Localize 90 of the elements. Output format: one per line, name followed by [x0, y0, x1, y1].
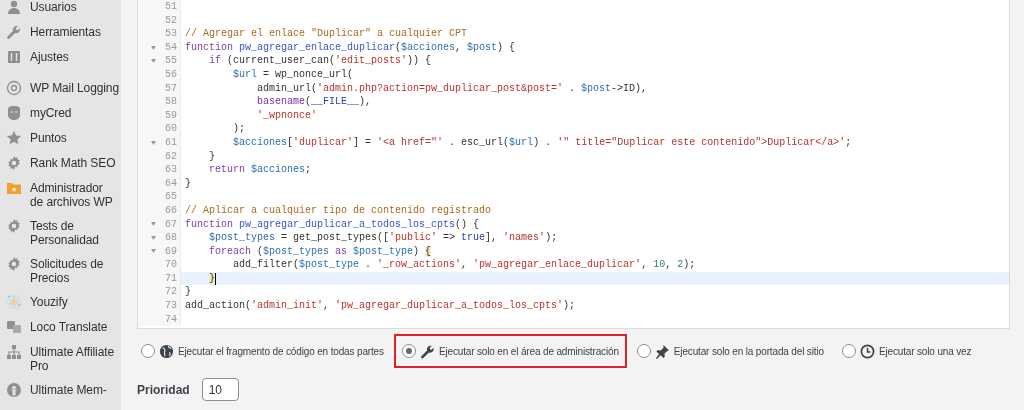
menu-item[interactable]: Administrador de archivos WP	[0, 176, 121, 214]
menu-item[interactable]: Tests de Personalidad	[0, 214, 121, 252]
face-icon	[6, 105, 22, 121]
menu-item[interactable]: Ajustes	[0, 45, 121, 70]
radio-button[interactable]	[841, 344, 856, 358]
code-line: function pw_agregar_duplicar_a_todos_los_cpts() {	[184, 217, 480, 232]
gear-icon	[6, 155, 22, 171]
wrench-icon	[419, 343, 435, 359]
fold-icon[interactable]	[151, 249, 156, 254]
menu-item[interactable]: Usuarios	[0, 0, 121, 20]
code-line: function pw_agregar_enlace_duplicar($acciones, $post) {	[184, 40, 516, 55]
priority-field[interactable]: 10	[201, 378, 239, 401]
menu-item[interactable]: myCred	[0, 101, 121, 126]
radio-label[interactable]: Ejecutar solo una vez	[878, 345, 972, 357]
line-number: 54	[165, 40, 177, 55]
radio-button[interactable]	[141, 344, 155, 358]
code-line: basename(__FILE__),	[256, 95, 372, 109]
clock-icon	[859, 343, 875, 359]
sitemap-icon	[6, 344, 22, 360]
code-line: '_wpnonce'	[256, 108, 318, 123]
gear-icon	[6, 256, 22, 272]
radio-label[interactable]: Ejecutar solo en la portada del sitio	[673, 345, 824, 357]
code-line: foreach ($post_types as $post_type) {	[208, 244, 432, 259]
text-cursor	[215, 272, 217, 285]
line-number: 67	[165, 217, 177, 232]
line-number: 60	[165, 122, 177, 136]
line-number: 72	[165, 285, 177, 300]
code-line: admin_url('admin.php?action=pw_duplicar_post&post=' . $post->ID),	[256, 81, 648, 96]
fold-icon[interactable]	[151, 45, 156, 50]
line-number: 57	[165, 81, 177, 96]
atom-icon	[6, 294, 22, 310]
user-icon	[6, 0, 22, 15]
line-number: 64	[165, 176, 177, 191]
code-editor[interactable]	[137, 0, 1010, 329]
globe-icon	[159, 343, 174, 359]
line-number: 63	[165, 163, 177, 177]
line-number: 62	[165, 149, 177, 164]
code-line: // Aplicar a cualquier tipo de contenido registrado	[184, 203, 492, 218]
fold-icon[interactable]	[151, 59, 156, 64]
code-line: $url = wp_nonce_url(	[232, 67, 354, 82]
fold-icon[interactable]	[151, 222, 156, 227]
code-line: }	[184, 176, 191, 191]
line-number: 51	[165, 0, 177, 14]
code-line: // Agregar el enlace "Duplicar" a cualquier CPT	[184, 27, 468, 41]
line-number: 56	[165, 67, 177, 82]
line-number: 69	[165, 244, 177, 259]
code-line: $acciones['duplicar'] = '<a href="' . esc_url($url) . '" title="Duplicar este contenido">Duplicar</a>';	[232, 135, 852, 150]
line-number: 55	[165, 54, 177, 68]
line-number: 68	[165, 231, 177, 245]
line-number: 61	[165, 135, 177, 150]
menu-item[interactable]: WP Mail Logging	[0, 76, 121, 101]
wrench-icon	[6, 24, 22, 40]
star-icon	[6, 130, 22, 146]
fold-icon[interactable]	[151, 235, 156, 240]
radio-label[interactable]: Ejecutar el fragmento de código en todas partes	[178, 345, 384, 357]
menu-item[interactable]: Puntos	[0, 126, 121, 151]
line-number: 70	[165, 258, 177, 272]
line-number: 71	[165, 271, 177, 286]
line-number: 58	[165, 95, 177, 109]
line-number: 74	[165, 312, 177, 327]
menu-item[interactable]: Youzify	[0, 290, 121, 315]
radio-button[interactable]	[636, 344, 651, 358]
code-line: $post_types = get_post_types(['public' => true], 'names');	[208, 231, 558, 245]
field-label: Prioridad	[137, 382, 190, 397]
menu-item[interactable]: Loco Translate	[0, 315, 121, 340]
code-line: }	[184, 285, 191, 300]
line-number: 65	[165, 190, 177, 204]
code-line: add_filter($post_type . '_row_actions', 'pw_agregar_enlace_duplicar', 10, 2);	[232, 258, 696, 272]
menu-item[interactable]: Ultimate Affiliate Pro	[0, 340, 121, 378]
radio-label[interactable]: Ejecutar solo en el área de administración	[438, 345, 619, 357]
menu-item[interactable]: Rank Math SEO	[0, 151, 121, 176]
pushpin-icon	[654, 343, 670, 359]
radio-button[interactable]	[401, 344, 416, 358]
code-line: add_action('admin_init', 'pw_agregar_duplicar_a_todos_los_cpts');	[184, 299, 576, 313]
menu-item[interactable]: Herramientas	[0, 20, 121, 45]
menu-item[interactable]: Ultimate Mem-	[0, 378, 121, 403]
folder-icon	[6, 180, 22, 196]
line-number: 66	[165, 203, 177, 218]
line-number: 52	[165, 13, 177, 28]
menu-item[interactable]: Solicitudes de Precios	[0, 252, 121, 290]
line-number: 53	[165, 27, 177, 41]
code-line: );	[232, 122, 245, 136]
code-line: if (current_user_can('edit_posts')) {	[208, 54, 432, 68]
line-number: 73	[165, 299, 177, 313]
fold-icon[interactable]	[151, 140, 156, 145]
gear-icon	[6, 218, 22, 234]
line-number: 59	[165, 108, 177, 123]
code-line: }	[208, 149, 215, 164]
translate-icon	[6, 319, 22, 335]
code-line: return $acciones;	[208, 163, 312, 177]
